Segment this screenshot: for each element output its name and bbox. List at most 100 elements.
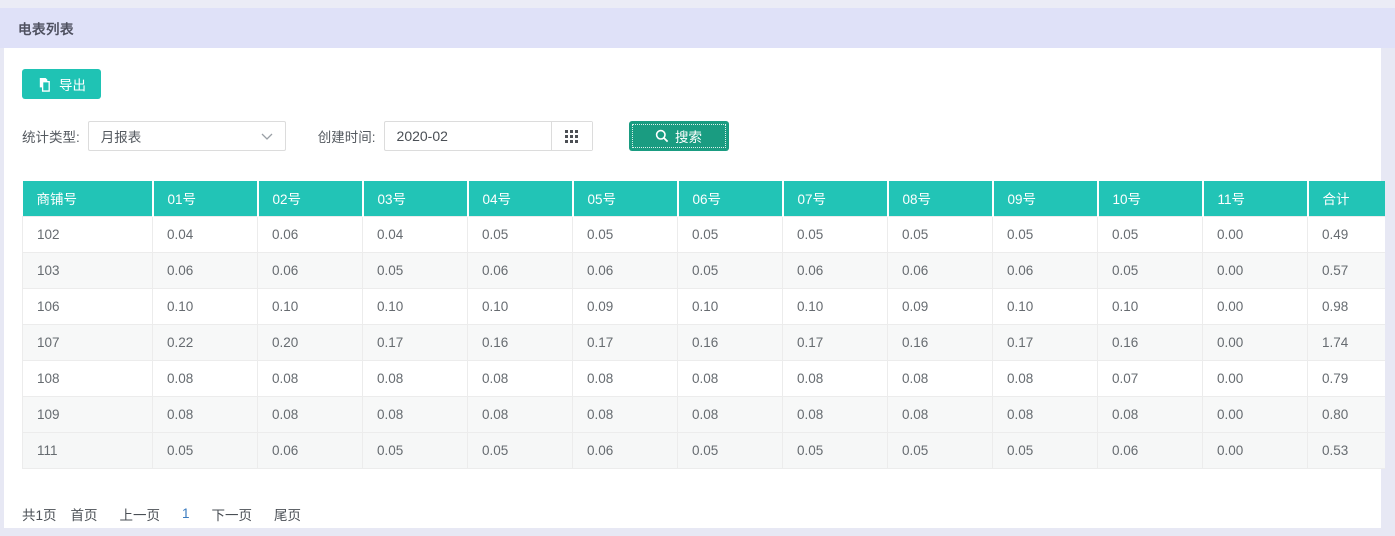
- cell-total: 0.53: [1308, 432, 1386, 468]
- cell-value: 0.05: [363, 432, 468, 468]
- cell-value: 0.06: [153, 252, 258, 288]
- cell-value: 0.08: [468, 360, 573, 396]
- cell-total: 0.49: [1308, 216, 1386, 252]
- cell-value: 0.16: [468, 324, 573, 360]
- page: 电表列表 导出 统计类型: 月报表 创建时间:: [0, 0, 1395, 536]
- column-header-0: 商铺号: [23, 181, 153, 216]
- stat-type-select[interactable]: 月报表: [88, 121, 286, 151]
- cell-total: 0.57: [1308, 252, 1386, 288]
- cell-value: 0.00: [1203, 432, 1308, 468]
- current-page-link[interactable]: 1: [182, 506, 190, 521]
- cell-value: 0.08: [363, 360, 468, 396]
- page-title: 电表列表: [18, 18, 74, 38]
- page-count-label: 共1页: [22, 504, 57, 524]
- cell-value: 0.22: [153, 324, 258, 360]
- cell-value: 0.08: [678, 360, 783, 396]
- cell-value: 0.08: [888, 360, 993, 396]
- cell-value: 0.08: [678, 396, 783, 432]
- cell-total: 0.79: [1308, 360, 1386, 396]
- cell-value: 0.08: [888, 396, 993, 432]
- cell-value: 0.05: [1098, 252, 1203, 288]
- column-header-6: 06号: [678, 181, 783, 216]
- cell-shop-number: 102: [23, 216, 153, 252]
- column-header-4: 04号: [468, 181, 573, 216]
- cell-value: 0.06: [258, 432, 363, 468]
- copy-export-icon: [37, 77, 52, 92]
- column-header-11: 11号: [1203, 181, 1308, 216]
- title-bar: 电表列表: [0, 8, 1395, 48]
- cell-value: 0.08: [993, 396, 1098, 432]
- cell-value: 0.10: [1098, 288, 1203, 324]
- column-header-12: 合计: [1308, 181, 1386, 216]
- cell-value: 0.05: [1098, 216, 1203, 252]
- cell-value: 0.06: [888, 252, 993, 288]
- table-row: 1080.080.080.080.080.080.080.080.080.080…: [23, 360, 1386, 396]
- content-panel: 导出 统计类型: 月报表 创建时间:: [4, 48, 1381, 528]
- cell-value: 0.17: [993, 324, 1098, 360]
- table-row: 1020.040.060.040.050.050.050.050.050.050…: [23, 216, 1386, 252]
- cell-value: 0.04: [363, 216, 468, 252]
- column-header-7: 07号: [783, 181, 888, 216]
- cell-value: 0.05: [468, 432, 573, 468]
- cell-value: 0.08: [573, 360, 678, 396]
- cell-value: 0.07: [1098, 360, 1203, 396]
- cell-value: 0.08: [468, 396, 573, 432]
- cell-total: 1.74: [1308, 324, 1386, 360]
- cell-value: 0.05: [783, 432, 888, 468]
- table-row: 1110.050.060.050.050.060.050.050.050.050…: [23, 432, 1386, 468]
- table-body: 1020.040.060.040.050.050.050.050.050.050…: [23, 216, 1386, 468]
- first-page-link[interactable]: 首页: [71, 504, 98, 524]
- cell-value: 0.10: [258, 288, 363, 324]
- cell-value: 0.00: [1203, 288, 1308, 324]
- stat-type-label: 统计类型:: [22, 126, 80, 146]
- next-page-link[interactable]: 下一页: [212, 504, 253, 524]
- prev-page-link[interactable]: 上一页: [120, 504, 161, 524]
- cell-value: 0.17: [573, 324, 678, 360]
- cell-value: 0.08: [258, 360, 363, 396]
- top-strip: [0, 0, 1395, 8]
- cell-value: 0.10: [783, 288, 888, 324]
- cell-value: 0.17: [363, 324, 468, 360]
- cell-shop-number: 107: [23, 324, 153, 360]
- cell-shop-number: 108: [23, 360, 153, 396]
- cell-value: 0.05: [783, 216, 888, 252]
- cell-value: 0.09: [573, 288, 678, 324]
- cell-shop-number: 106: [23, 288, 153, 324]
- last-page-link[interactable]: 尾页: [274, 504, 301, 524]
- chevron-down-icon: [261, 133, 273, 140]
- cell-value: 0.08: [153, 360, 258, 396]
- cell-value: 0.10: [363, 288, 468, 324]
- cell-value: 0.05: [993, 432, 1098, 468]
- cell-value: 0.05: [153, 432, 258, 468]
- cell-value: 0.00: [1203, 252, 1308, 288]
- table-row: 1060.100.100.100.100.090.100.100.090.100…: [23, 288, 1386, 324]
- search-button[interactable]: 搜索: [629, 121, 729, 151]
- cell-value: 0.06: [573, 252, 678, 288]
- cell-value: 0.05: [678, 216, 783, 252]
- date-picker-button[interactable]: [552, 122, 592, 150]
- cell-value: 0.08: [573, 396, 678, 432]
- cell-value: 0.08: [993, 360, 1098, 396]
- cell-value: 0.00: [1203, 324, 1308, 360]
- meter-table: 商铺号01号02号03号04号05号06号07号08号09号10号11号合计 1…: [22, 181, 1385, 469]
- cell-value: 0.05: [888, 432, 993, 468]
- calendar-grid-icon: [565, 130, 578, 143]
- create-time-input[interactable]: [385, 122, 551, 150]
- cell-value: 0.05: [678, 432, 783, 468]
- cell-shop-number: 103: [23, 252, 153, 288]
- export-button[interactable]: 导出: [22, 69, 101, 99]
- cell-value: 0.08: [1098, 396, 1203, 432]
- column-header-9: 09号: [993, 181, 1098, 216]
- cell-value: 0.09: [888, 288, 993, 324]
- table-row: 1090.080.080.080.080.080.080.080.080.080…: [23, 396, 1386, 432]
- stat-type-value: 月报表: [101, 126, 142, 146]
- cell-value: 0.08: [363, 396, 468, 432]
- cell-total: 0.80: [1308, 396, 1386, 432]
- cell-value: 0.06: [573, 432, 678, 468]
- column-header-1: 01号: [153, 181, 258, 216]
- cell-value: 0.20: [258, 324, 363, 360]
- cell-value: 0.08: [258, 396, 363, 432]
- cell-value: 0.06: [258, 216, 363, 252]
- cell-value: 0.05: [993, 216, 1098, 252]
- cell-value: 0.08: [153, 396, 258, 432]
